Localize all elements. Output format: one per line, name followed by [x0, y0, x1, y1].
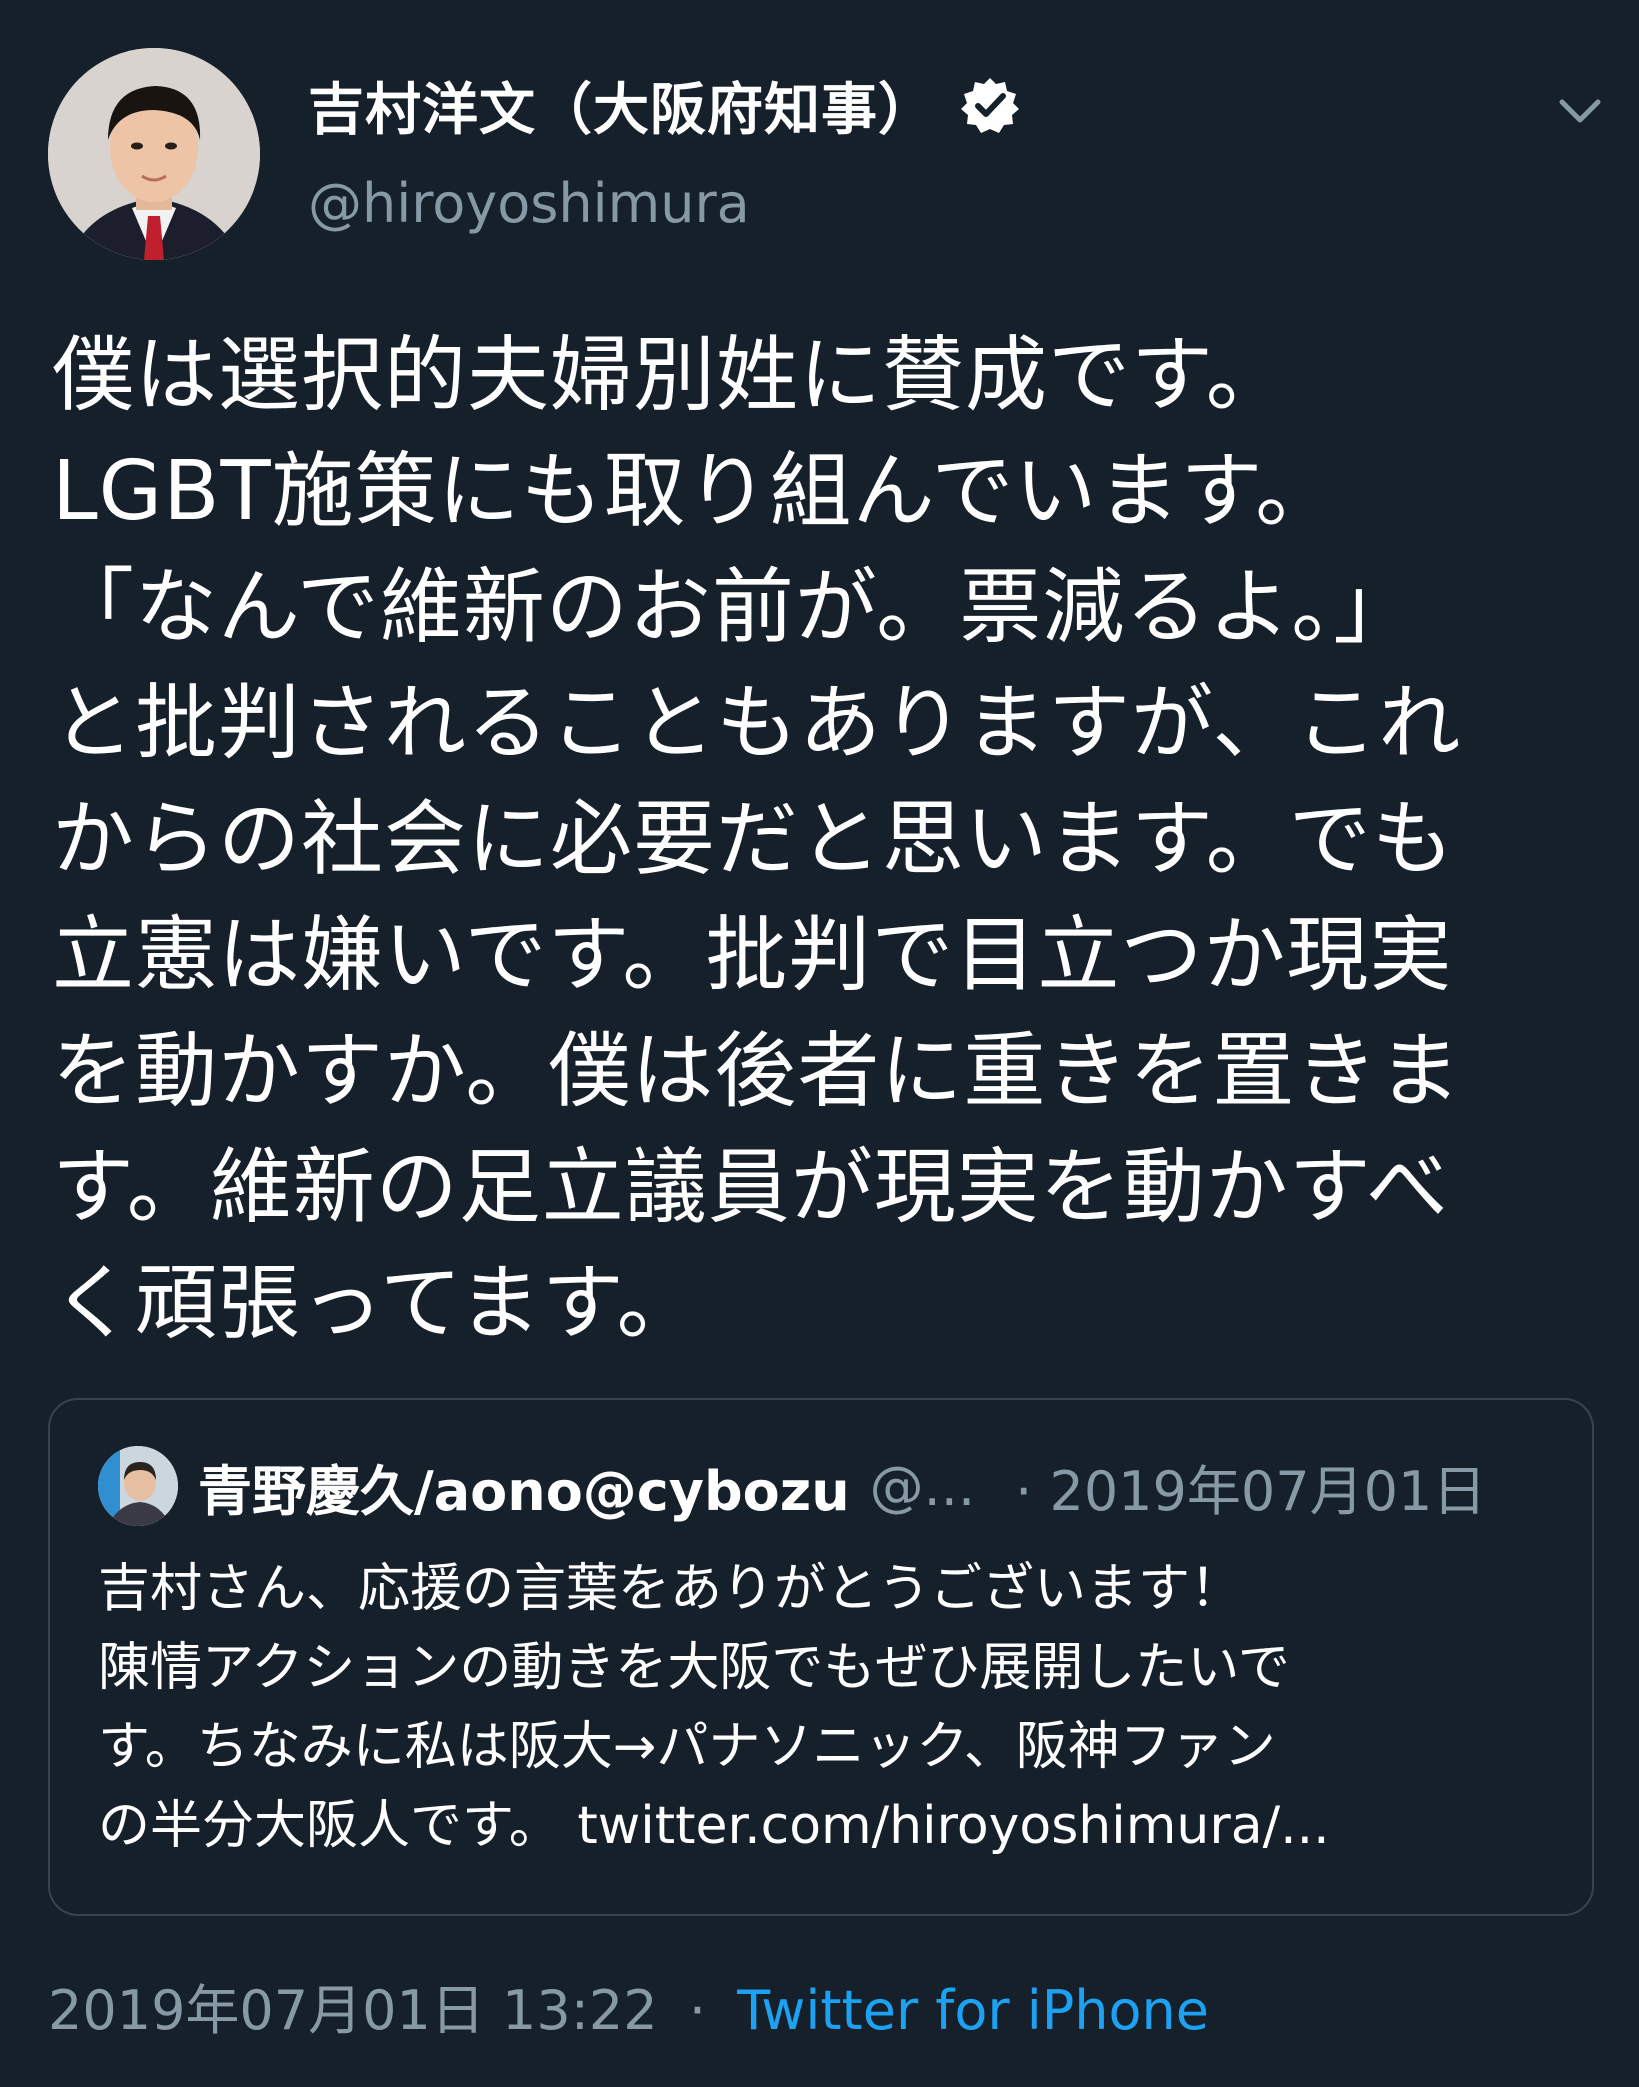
avatar-portrait-icon	[98, 1446, 178, 1526]
quoted-author-name[interactable]: 青野慶久/aono@cybozu	[198, 1447, 850, 1526]
avatar-portrait-icon	[48, 48, 260, 260]
tweet-footer: 2019年07月01日 13:22 · Twitter for iPhone	[48, 1966, 1209, 2045]
quoted-tweet-date: · 2019年07月01日	[1015, 1459, 1487, 1523]
author-avatar[interactable]	[48, 48, 260, 260]
author-display-name[interactable]: 吉村洋文（大阪府知事）	[308, 65, 935, 146]
quoted-author-avatar[interactable]	[98, 1446, 178, 1526]
tweet-text: 僕は選択的夫婦別姓に賛成です。 LGBT施策にも取り組んでいます。 「なんで維新…	[52, 328, 1462, 1351]
quoted-author-handle[interactable]: @...	[870, 1455, 976, 1518]
author-name-row[interactable]: 吉村洋文（大阪府知事）	[308, 70, 1019, 143]
quoted-tweet-card[interactable]: 青野慶久/aono@cybozu @... · 2019年07月01日 吉村さん…	[48, 1398, 1594, 1916]
verified-badge-icon	[961, 78, 1019, 133]
quoted-tweet-text: 吉村さん、応援の言葉をありがとうございます！ 陳情アクションの動きを大阪でもぜひ…	[98, 1559, 1330, 1856]
tweet-detail: 吉村洋文（大阪府知事） @hiroyoshimura 僕は選択的夫婦別姓に賛成で…	[0, 0, 1639, 2087]
tweet-source-link[interactable]: Twitter for iPhone	[737, 1979, 1209, 2042]
quoted-tweet-header: 青野慶久/aono@cybozu @... · 2019年07月01日	[198, 1446, 1486, 1526]
footer-separator: ·	[688, 1979, 706, 2042]
tweet-timestamp[interactable]: 2019年07月01日 13:22	[48, 1979, 658, 2042]
author-handle[interactable]: @hiroyoshimura	[308, 172, 750, 235]
chevron-down-icon[interactable]	[1552, 82, 1608, 138]
